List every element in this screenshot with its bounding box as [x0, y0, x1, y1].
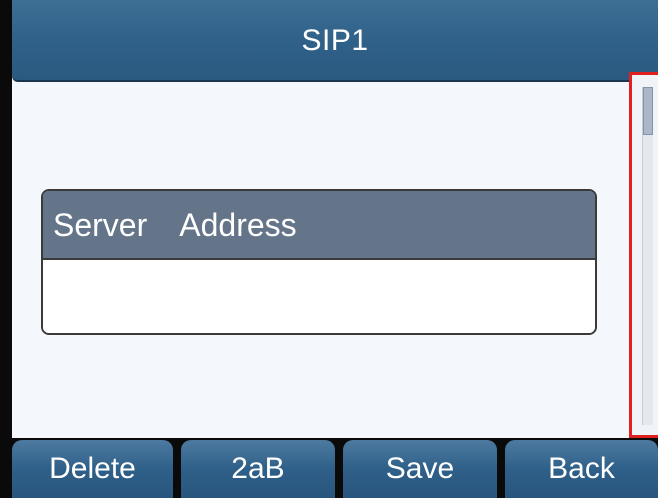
delete-softkey[interactable]: Delete: [12, 440, 173, 498]
scrollbar-thumb[interactable]: [643, 87, 653, 135]
title-bar: SIP1: [12, 0, 658, 82]
screen-bezel: [0, 0, 12, 498]
back-softkey[interactable]: Back: [505, 440, 658, 498]
page-title: SIP1: [301, 24, 369, 57]
save-softkey[interactable]: Save: [343, 440, 497, 498]
server-address-input[interactable]: [43, 260, 595, 333]
softkey-bar: Delete 2aB Save Back: [0, 438, 658, 498]
content-area: Server Address: [12, 82, 658, 438]
input-mode-softkey[interactable]: 2aB: [181, 440, 335, 498]
server-address-field[interactable]: Server Address: [41, 189, 597, 335]
scrollbar-track[interactable]: [642, 87, 653, 425]
server-address-label: Server Address: [43, 191, 595, 260]
phone-screen: SIP1 Server Address Delete 2aB Save Back: [0, 0, 658, 498]
scrollbar-highlight: [629, 72, 658, 438]
